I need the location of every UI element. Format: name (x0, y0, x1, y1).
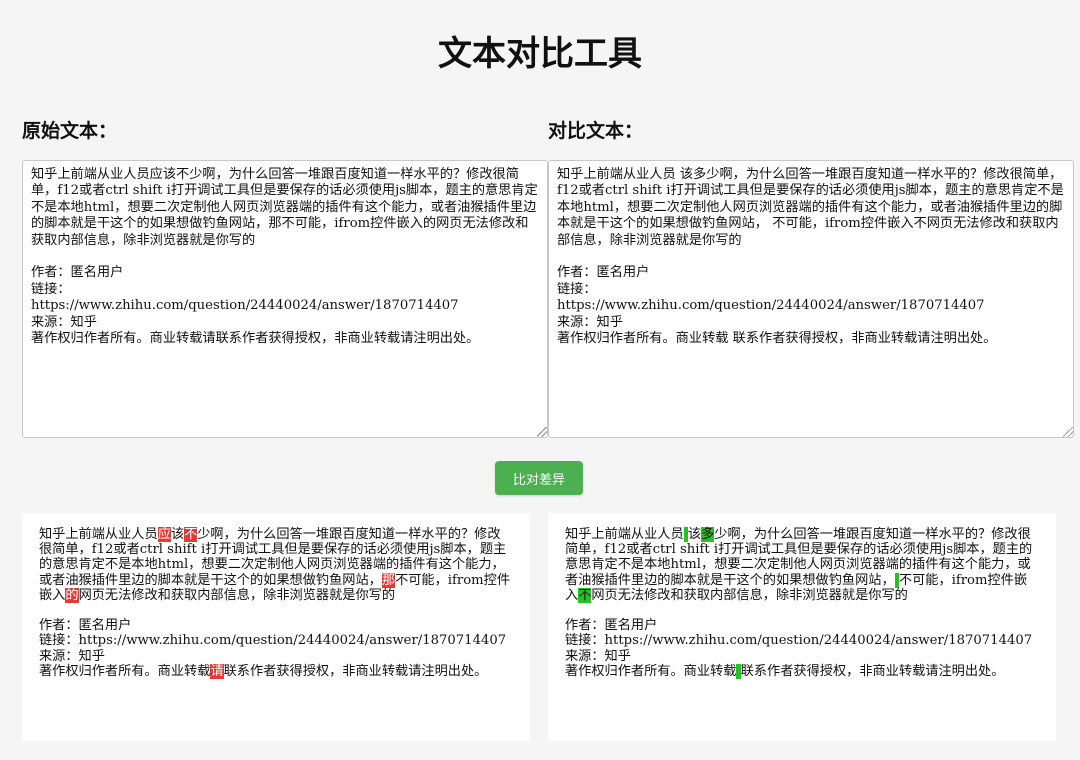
resize-handle-icon[interactable] (1063, 427, 1073, 437)
compare-diff-result: 知乎上前端从业人员 该多少啊，为什么回答一堆跟百度知道一样水平的？修改很简单，f… (548, 513, 1056, 741)
compare-text-label: 对比文本： (548, 120, 644, 142)
diff-text-segment: 联系作者获得授权，非商业转载请注明出处。 (740, 663, 1005, 679)
original-text-input[interactable]: 知乎上前端从业人员应该不少啊，为什么回答一堆跟百度知道一样水平的？修改很简单，f… (22, 160, 548, 438)
resize-handle-icon[interactable] (537, 427, 547, 437)
deleted-text-highlight: 那 (381, 572, 396, 588)
diff-text-segment: 该 (687, 527, 702, 542)
inserted-text-highlight: 多 (701, 527, 715, 542)
diff-text-segment: 知乎上前端从业人员 (39, 527, 158, 542)
deleted-text-highlight: 请 (210, 663, 224, 679)
compare-text-input[interactable]: 知乎上前端从业人员 该多少啊，为什么回答一堆跟百度知道一样水平的？修改很简单，f… (548, 160, 1074, 438)
inserted-text-highlight: 不 (578, 587, 592, 603)
compare-button[interactable]: 比对差异 (495, 461, 583, 495)
deleted-text-highlight: 应 (157, 527, 171, 542)
diff-text-segment: 联系作者获得授权，非商业转载请注明出处。 (223, 663, 488, 679)
deleted-text-highlight: 不 (184, 527, 198, 542)
original-text-label: 原始文本： (22, 120, 118, 142)
deleted-text-highlight: 的 (65, 587, 79, 603)
page-title: 文本对比工具 (438, 34, 642, 74)
original-diff-result: 知乎上前端从业人员应该不少啊，为什么回答一堆跟百度知道一样水平的？修改很简单，f… (22, 513, 530, 741)
diff-text-segment: 知乎上前端从业人员 (565, 527, 684, 542)
diff-text-segment: 该 (170, 527, 185, 542)
